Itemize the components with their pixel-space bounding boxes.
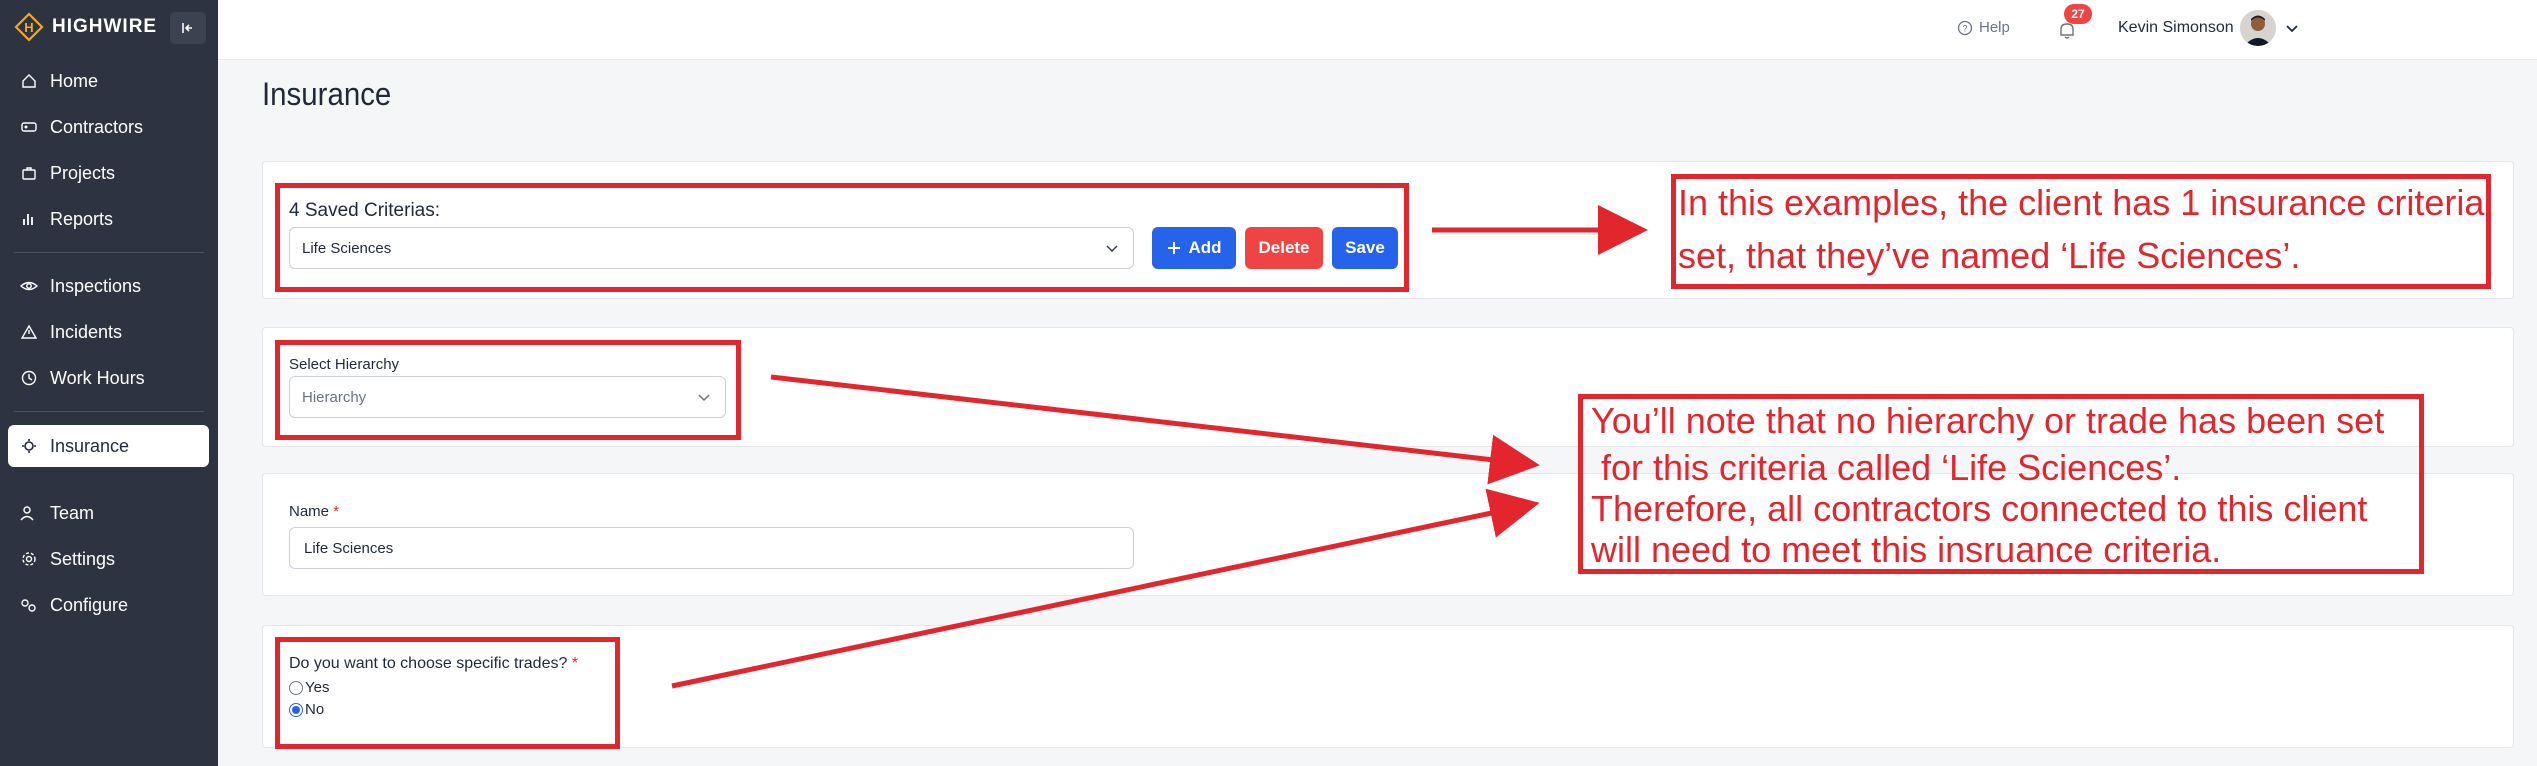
sidebar-item-label: Work Hours — [50, 367, 145, 388]
sidebar-item-insurance[interactable]: Insurance — [8, 425, 209, 467]
sidebar-item-label: Configure — [50, 594, 129, 615]
sidebar-item-label: Settings — [50, 548, 116, 569]
help-icon: ? — [1957, 20, 1973, 35]
name-label: Name * — [289, 503, 340, 520]
highlight-criteria — [275, 183, 1409, 292]
bar-chart-icon — [20, 210, 38, 228]
sidebar-item-configure[interactable]: Configure — [8, 584, 209, 626]
sidebar-item-incidents[interactable]: Incidents — [8, 311, 209, 353]
settings-icon — [20, 550, 38, 568]
sidebar-item-inspections[interactable]: Inspections — [8, 265, 209, 307]
home-icon — [20, 72, 38, 90]
name-field[interactable]: Life Sciences — [289, 527, 1134, 569]
sidebar-item-projects[interactable]: Projects — [8, 152, 209, 194]
highlight-hierarchy — [275, 340, 741, 440]
sidebar-item-label: Home — [50, 70, 99, 91]
sidebar-item-team[interactable]: Team — [8, 492, 209, 534]
sidebar-item-home[interactable]: Home — [8, 60, 209, 102]
eye-icon — [20, 277, 38, 295]
annotation-2-line-3: Therefore, all contractors connected to … — [1591, 488, 2368, 529]
annotation-2-line-1: You’ll note that no hierarchy or trade h… — [1591, 400, 2385, 441]
highwire-logo-icon: H — [14, 12, 44, 42]
svg-text:?: ? — [1962, 23, 1967, 33]
sidebar-item-label: Team — [50, 502, 95, 523]
sidebar: H HIGHWIRE Home Contractors Projects Rep… — [0, 0, 218, 766]
annotation-2-line-4: will need to meet this insruance criteri… — [1591, 529, 2222, 570]
sidebar-divider — [14, 252, 204, 253]
sidebar-item-reports[interactable]: Reports — [8, 198, 209, 240]
team-icon — [20, 504, 38, 522]
gear-sun-icon — [20, 437, 38, 455]
annotation-1-line-1: In this examples, the client has 1 insur… — [1678, 182, 2485, 223]
help-link[interactable]: ? Help — [1957, 19, 2010, 36]
notification-badge: 27 — [2064, 4, 2092, 24]
sidebar-item-settings[interactable]: Settings — [8, 538, 209, 580]
contractors-icon — [20, 118, 38, 136]
avatar[interactable] — [2240, 10, 2276, 46]
sidebar-item-label: Contractors — [50, 116, 144, 137]
sidebar-item-label: Projects — [50, 162, 116, 183]
sidebar-item-label: Incidents — [50, 321, 123, 342]
annotation-2-line-2: for this criteria called ‘Life Sciences’… — [1591, 447, 2182, 488]
app-logo[interactable]: H HIGHWIRE — [14, 12, 157, 42]
sidebar-item-label: Reports — [50, 208, 114, 229]
page-title: Insurance — [262, 76, 392, 112]
svg-text:H: H — [24, 20, 33, 35]
help-label: Help — [1979, 19, 2010, 36]
annotation-1-line-2: set, that they’ve named ‘Life Sciences’. — [1678, 235, 2301, 276]
collapse-sidebar-button[interactable] — [170, 12, 206, 44]
highlight-trades — [275, 637, 620, 749]
chevron-down-icon[interactable] — [2284, 20, 2300, 36]
sidebar-divider — [14, 411, 204, 412]
user-name[interactable]: Kevin Simonson — [2118, 19, 2234, 37]
logo-text: HIGHWIRE — [52, 16, 158, 37]
collapse-icon — [182, 23, 192, 33]
briefcase-icon — [20, 164, 38, 182]
configure-icon — [20, 596, 38, 614]
sidebar-item-contractors[interactable]: Contractors — [8, 106, 209, 148]
sidebar-item-label: Insurance — [50, 435, 130, 456]
sidebar-item-work-hours[interactable]: Work Hours — [8, 357, 209, 399]
warning-icon — [20, 323, 38, 341]
sidebar-item-label: Inspections — [50, 275, 142, 296]
clock-icon — [20, 369, 38, 387]
